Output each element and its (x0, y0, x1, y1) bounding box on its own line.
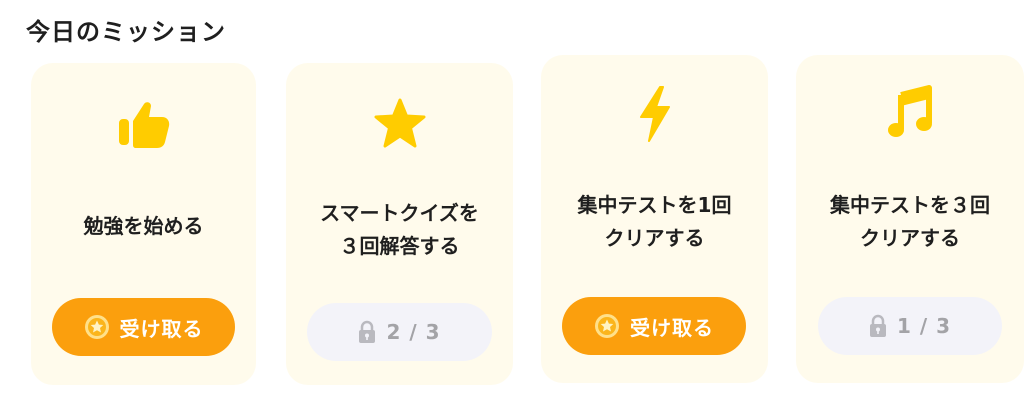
progress-label: 1 / 3 (896, 314, 952, 338)
mission-text: 集中テストを３回 クリアする (830, 193, 990, 250)
coin-icon (84, 315, 109, 339)
mission-card: スマートクイズを ３回解答する 2 / 3 (286, 63, 513, 385)
music-note-icon (888, 85, 932, 137)
mission-text: スマートクイズを ３回解答する (320, 201, 479, 258)
claim-button-label: 受け取る (630, 315, 714, 340)
progress-label: 2 / 3 (386, 320, 441, 344)
lock-icon (869, 314, 886, 337)
progress-button: 2 / 3 (307, 303, 492, 361)
claim-button-label: 受け取る (119, 316, 204, 341)
page-title: 今日のミッション (26, 18, 226, 46)
star-icon (374, 98, 425, 148)
claim-button[interactable]: 受け取る (52, 298, 235, 356)
thumbs-up-icon (118, 102, 169, 148)
mission-text: 集中テストを1回 クリアする (577, 193, 732, 250)
coin-icon (595, 314, 619, 338)
progress-button: 1 / 3 (818, 297, 1002, 355)
mission-text: 勉強を始める (83, 214, 204, 238)
mission-card: 集中テストを1回 クリアする 受け取る (541, 55, 768, 383)
lock-icon (359, 320, 376, 343)
mission-card: 集中テストを３回 クリアする 1 / 3 (796, 55, 1024, 383)
claim-button[interactable]: 受け取る (562, 297, 746, 355)
lightning-icon (639, 86, 670, 142)
mission-card: 勉強を始める 受け取る (31, 63, 256, 385)
